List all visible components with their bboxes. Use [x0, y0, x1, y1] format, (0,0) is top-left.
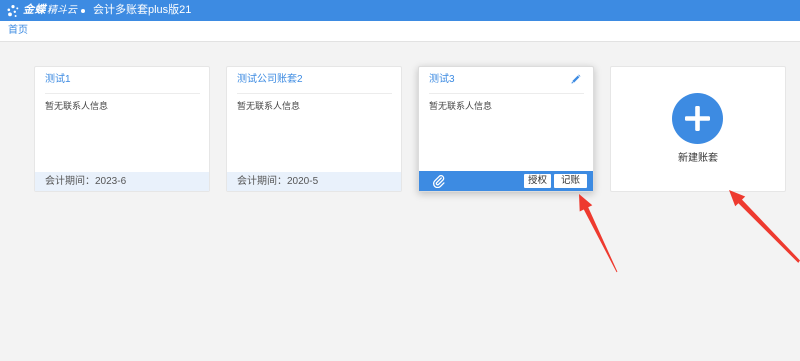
contact-info: 暂无联系人信息: [45, 101, 109, 111]
paperclip-icon[interactable]: [432, 174, 446, 188]
card-footer: 会计期间：2020-5: [227, 172, 401, 191]
top-bar: 金蝶 精斗云 会计多账套plus版21: [0, 0, 800, 21]
account-set-title[interactable]: 测试3: [429, 73, 455, 87]
breadcrumb-home-link[interactable]: 首页: [8, 21, 28, 41]
contact-info: 暂无联系人信息: [429, 101, 493, 111]
account-set-card[interactable]: 测试公司账套2 暂无联系人信息 会计期间：2020-5: [226, 66, 402, 192]
accounting-period: 会计期间：2023-6: [45, 176, 127, 187]
separator-dot: [81, 9, 85, 13]
annotation-arrow: [579, 194, 618, 273]
divider: [429, 93, 584, 94]
account-set-title[interactable]: 测试公司账套2: [237, 73, 303, 87]
card-action-bar: 授权 记账: [419, 171, 593, 191]
accounting-period: 会计期间：2020-5: [237, 176, 319, 187]
account-set-title[interactable]: 测试1: [45, 73, 71, 87]
bookkeeping-button[interactable]: 记账: [554, 174, 587, 188]
account-set-card[interactable]: 测试1 暂无联系人信息 会计期间：2023-6: [34, 66, 210, 192]
new-account-set-card[interactable]: 新建账套: [610, 66, 786, 192]
new-account-set-label: 新建账套: [678, 153, 718, 164]
kingdee-logo-icon: [6, 4, 20, 18]
account-set-name: 会计多账套plus版21: [93, 4, 192, 16]
divider: [237, 93, 392, 94]
account-set-card-hovered[interactable]: 测试3 暂无联系人信息 授权 记账: [418, 66, 594, 192]
contact-info: 暂无联系人信息: [237, 101, 301, 111]
logo-text: 金蝶: [23, 4, 46, 16]
authorize-button[interactable]: 授权: [524, 174, 551, 188]
logo-subtext: 精斗云: [47, 5, 77, 16]
divider: [45, 93, 200, 94]
logo[interactable]: 金蝶 精斗云: [6, 0, 77, 21]
plus-icon[interactable]: [672, 93, 723, 144]
breadcrumb: 首页: [0, 21, 800, 42]
annotation-arrow: [729, 190, 800, 263]
card-footer: 会计期间：2023-6: [35, 172, 209, 191]
pencil-icon[interactable]: [570, 74, 581, 85]
